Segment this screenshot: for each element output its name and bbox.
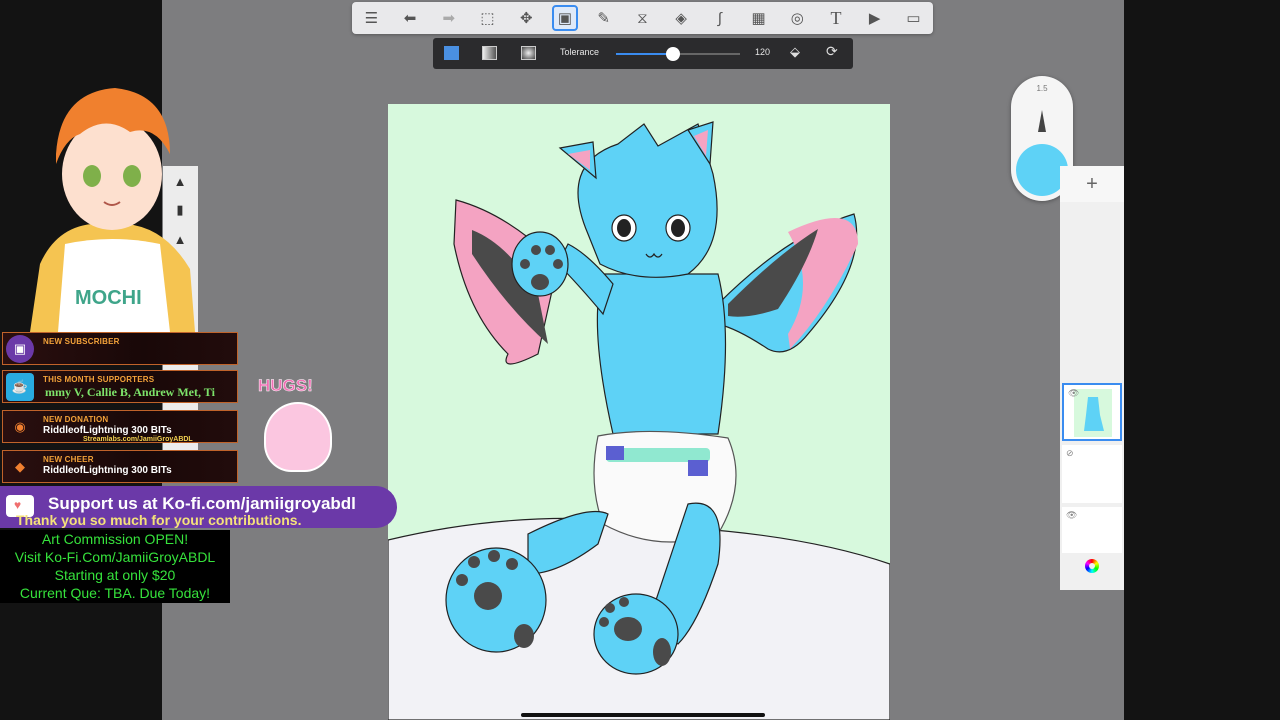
eye-icon[interactable]: 👁 xyxy=(1068,388,1079,399)
layer-thumbnail-blank[interactable]: 👁 xyxy=(1062,507,1122,553)
fill-options-bar: Tolerance 120 ⬙ ⟳ xyxy=(433,38,853,69)
commission-info: Art Commission OPEN! Visit Ko-Fi.Com/Jam… xyxy=(0,530,230,603)
text-icon[interactable]: T xyxy=(823,5,849,31)
svg-text:MOCHI: MOCHI xyxy=(75,287,142,309)
commission-line: Starting at only $20 xyxy=(54,567,176,583)
image-icon[interactable]: ▦ xyxy=(746,5,772,31)
symmetry-icon[interactable]: ⧖ xyxy=(629,5,655,31)
layer-thumbnail-color[interactable]: 👁 xyxy=(1062,383,1122,441)
tolerance-slider[interactable] xyxy=(616,47,740,61)
alert-new-cheer: ◆ NEW CHEER RiddleofLightning 300 BITs xyxy=(2,450,238,483)
perspective-grid-icon[interactable]: ◎ xyxy=(784,5,810,31)
brush-tip-icon[interactable] xyxy=(1038,110,1046,132)
vtuber-avatar: MOCHI xyxy=(30,88,195,332)
layer-thumbnail-lineart[interactable]: ⊘ xyxy=(1062,445,1122,503)
brush-size-value[interactable]: 1.5 xyxy=(1011,84,1073,93)
shapes-icon[interactable]: ◈ xyxy=(668,5,694,31)
hugs-label: HUGS! xyxy=(258,376,313,396)
sample-layer-icon[interactable]: ⬙ xyxy=(790,44,800,60)
fill-color-mode-icon[interactable] xyxy=(444,46,459,60)
alert-title: NEW DONATION xyxy=(43,415,109,424)
add-layer-button[interactable]: + xyxy=(1060,166,1124,202)
alert-month-supporters: ☕ THIS MONTH SUPPORTERS mmy V, Callie B,… xyxy=(2,370,238,403)
kofi-banner: ♥ Support us at Ko-fi.com/jamiigroyabdl … xyxy=(0,486,397,528)
alert-subtext: Streamlabs.com/JamiiGroyABDL xyxy=(83,436,193,443)
video-icon[interactable]: ▶ xyxy=(862,5,888,31)
head xyxy=(577,123,718,278)
fullscreen-icon[interactable]: ▭ xyxy=(900,5,926,31)
fill-radial-gradient-icon[interactable] xyxy=(521,46,536,60)
alert-new-subscriber: ▣ NEW SUBSCRIBER xyxy=(2,332,238,365)
alert-text: RiddleofLightning 300 BITs xyxy=(43,465,172,476)
torso xyxy=(596,273,727,435)
color-wheel-icon[interactable] xyxy=(1085,559,1099,573)
alert-text: mmy V, Callie B, Andrew Met, Ti xyxy=(45,385,215,399)
layer-panel: + 👁 ⊘ 👁 xyxy=(1060,166,1124,590)
home-indicator xyxy=(521,713,765,717)
commission-line: Art Commission OPEN! xyxy=(41,531,189,547)
curve-icon[interactable]: ∫ xyxy=(707,5,733,31)
gallery-icon[interactable]: ☰ xyxy=(358,5,384,31)
kofi-cup-icon: ☕ xyxy=(6,373,34,401)
commission-line: Current Que: TBA. Due Today! xyxy=(19,585,211,601)
unicorn-mascot xyxy=(264,402,332,472)
alert-text: RiddleofLightning 300 BITs xyxy=(43,425,172,436)
stream-frame: ☰ ⬅ ➡ ⬚ ✥ ▣ ✎ ⧖ ◈ ∫ ▦ ◎ T ▶ ▭ Tolerance … xyxy=(0,0,1280,720)
alert-title: THIS MONTH SUPPORTERS xyxy=(43,375,155,384)
alert-title: NEW SUBSCRIBER xyxy=(43,337,120,346)
character-artwork xyxy=(388,121,890,720)
commission-line: Visit Ko-Fi.Com/JamiiGroyABDL xyxy=(14,549,216,565)
drawing-canvas[interactable] xyxy=(388,104,890,720)
redo-icon[interactable]: ➡ xyxy=(436,5,462,31)
twitch-icon: ▣ xyxy=(6,335,34,363)
kofi-thanks-text: Thank you so much for your contributions… xyxy=(16,512,302,528)
fill-settings-icon[interactable]: ⟳ xyxy=(826,43,838,60)
stream-alerts: ▣ NEW SUBSCRIBER ☕ THIS MONTH SUPPORTERS… xyxy=(0,332,240,486)
eraser-icon[interactable]: ✎ xyxy=(591,5,617,31)
tolerance-label: Tolerance xyxy=(560,47,600,57)
tolerance-slider-fill xyxy=(616,53,674,55)
kofi-support-text: Support us at Ko-fi.com/jamiigroyabdl xyxy=(48,494,356,513)
transform-icon[interactable]: ✥ xyxy=(513,5,539,31)
eye-hidden-icon[interactable]: ⊘ xyxy=(1066,448,1074,459)
right-black-bar xyxy=(1124,0,1280,720)
tolerance-value: 120 xyxy=(755,47,771,57)
eye-icon[interactable]: 👁 xyxy=(1066,510,1077,521)
alert-title: NEW CHEER xyxy=(43,455,94,464)
fill-linear-gradient-icon[interactable] xyxy=(482,46,497,60)
streamlabs-icon: ◉ xyxy=(14,419,26,434)
hugs-sticker: HUGS! xyxy=(246,376,342,484)
tolerance-slider-knob[interactable] xyxy=(666,47,681,61)
alert-new-donation: ◉ NEW DONATION RiddleofLightning 300 BIT… xyxy=(2,410,238,443)
top-toolbar: ☰ ⬅ ➡ ⬚ ✥ ▣ ✎ ⧖ ◈ ∫ ▦ ◎ T ▶ ▭ xyxy=(352,2,933,34)
selection-icon[interactable]: ⬚ xyxy=(475,5,501,31)
bits-icon: ◆ xyxy=(15,459,25,474)
fill-bucket-icon[interactable]: ▣ xyxy=(551,5,578,31)
undo-icon[interactable]: ⬅ xyxy=(397,5,423,31)
